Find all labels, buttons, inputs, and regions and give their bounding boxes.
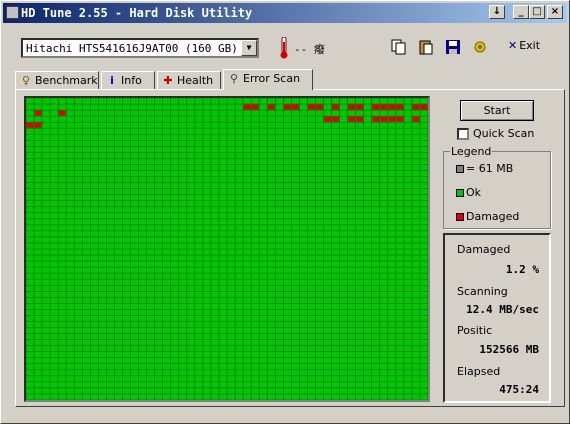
damaged-block (356, 104, 364, 110)
drive-select[interactable]: Hitachi HTS541616J9AT00 (160 GB) ▼ (21, 38, 259, 58)
maximize-button[interactable]: □ (529, 5, 545, 19)
tab-health[interactable]: ✚ Health (157, 71, 221, 89)
legend-block-size: = 61 MB (456, 162, 513, 175)
lightbulb-icon: ♀ (21, 74, 31, 87)
damaged-block (291, 104, 299, 110)
damaged-value: 1.2 % (505, 263, 539, 276)
scanning-label: Scanning (457, 285, 508, 298)
damaged-block (283, 104, 291, 110)
damaged-block (412, 116, 420, 122)
legend-block-size-label: = 61 MB (466, 162, 514, 175)
tab-health-label: Health (177, 74, 214, 87)
damaged-block (58, 110, 66, 116)
scan-block-map (24, 96, 430, 402)
elapsed-value: 475:24 (499, 383, 539, 396)
elapsed-label: Elapsed (457, 365, 501, 378)
thermometer-icon (280, 37, 288, 59)
damaged-block (348, 116, 356, 122)
legend-damaged: Damaged (456, 210, 519, 223)
copy-icon[interactable] (389, 37, 409, 57)
damaged-block (34, 110, 42, 116)
tab-info[interactable]: i Info (101, 71, 155, 89)
window-title: HD Tune 2.55 - Hard Disk Utility (21, 6, 253, 20)
scan-grid (26, 98, 428, 400)
damaged-block (26, 122, 34, 128)
damaged-block (267, 104, 275, 110)
exit-button[interactable]: ✕ Exit (508, 39, 540, 52)
damaged-block (412, 104, 420, 110)
damaged-block (356, 116, 364, 122)
app-icon (6, 6, 19, 19)
damaged-block (372, 116, 380, 122)
damaged-block (380, 104, 388, 110)
app-window: HD Tune 2.55 - Hard Disk Utility ↓ _ □ ×… (0, 0, 570, 424)
damaged-block (388, 116, 396, 122)
gray-swatch-icon (456, 165, 464, 173)
title-bar[interactable]: HD Tune 2.55 - Hard Disk Utility ↓ _ □ × (3, 3, 567, 23)
chevron-down-icon[interactable]: ▼ (241, 40, 257, 56)
temperature-value: -- 癈 (294, 43, 325, 56)
error-scan-panel: Start Quick Scan Legend = 61 MB Ok Damag… (15, 89, 565, 407)
position-label: Positic (457, 324, 493, 337)
dropdown-button[interactable]: ↓ (489, 5, 505, 19)
drive-select-value: Hitachi HTS541616J9AT00 (160 GB) (26, 42, 238, 55)
damaged-block (34, 122, 42, 128)
damaged-block (332, 116, 340, 122)
red-swatch-icon (456, 213, 464, 221)
start-button[interactable]: Start (460, 100, 534, 121)
tab-error-scan-label: Error Scan (243, 72, 301, 85)
legend-ok-label: Ok (466, 186, 482, 199)
damaged-block (396, 116, 404, 122)
health-cross-icon: ✚ (163, 74, 173, 87)
damaged-block (388, 104, 396, 110)
position-value: 152566 MB (479, 343, 539, 356)
damaged-label: Damaged (457, 243, 511, 256)
damaged-block (323, 116, 332, 122)
damaged-block (307, 104, 315, 110)
damaged-block (243, 104, 251, 110)
paste-icon[interactable] (416, 37, 436, 57)
scan-stats-box: Damaged 1.2 % Scanning 12.4 MB/sec Posit… (443, 233, 551, 403)
damaged-block (372, 104, 380, 110)
legend-box: Legend = 61 MB Ok Damaged (443, 145, 551, 229)
exit-x-icon: ✕ (508, 39, 518, 52)
quick-scan-option[interactable]: Quick Scan (457, 127, 534, 140)
damaged-block (348, 104, 356, 110)
damaged-block (420, 104, 428, 110)
damaged-block (396, 104, 404, 110)
tab-info-label: Info (121, 74, 142, 87)
quick-scan-checkbox[interactable] (457, 128, 469, 140)
damaged-block (315, 104, 323, 110)
quick-scan-label: Quick Scan (473, 127, 535, 140)
green-swatch-icon (456, 189, 464, 197)
legend-damaged-label: Damaged (466, 210, 520, 223)
legend-title: Legend (450, 145, 493, 158)
tab-benchmark-label: Benchmark (35, 74, 98, 87)
info-icon: i (110, 74, 114, 87)
exit-label: Exit (519, 39, 541, 52)
options-icon[interactable] (470, 37, 490, 57)
damaged-block (251, 104, 259, 110)
magnifier-icon: ⚲ (229, 72, 239, 85)
scanning-value: 12.4 MB/sec (466, 303, 539, 316)
close-button[interactable]: × (547, 5, 563, 19)
legend-ok: Ok (456, 186, 481, 199)
toolbar: Hitachi HTS541616J9AT00 (160 GB) ▼ -- 癈 … (3, 25, 567, 67)
tab-benchmark[interactable]: ♀ Benchmark (15, 71, 99, 89)
damaged-block (380, 116, 388, 122)
minimize-button[interactable]: _ (513, 5, 529, 19)
tab-error-scan[interactable]: ⚲ Error Scan (223, 69, 313, 90)
save-icon[interactable] (443, 37, 463, 57)
damaged-block (332, 104, 340, 110)
